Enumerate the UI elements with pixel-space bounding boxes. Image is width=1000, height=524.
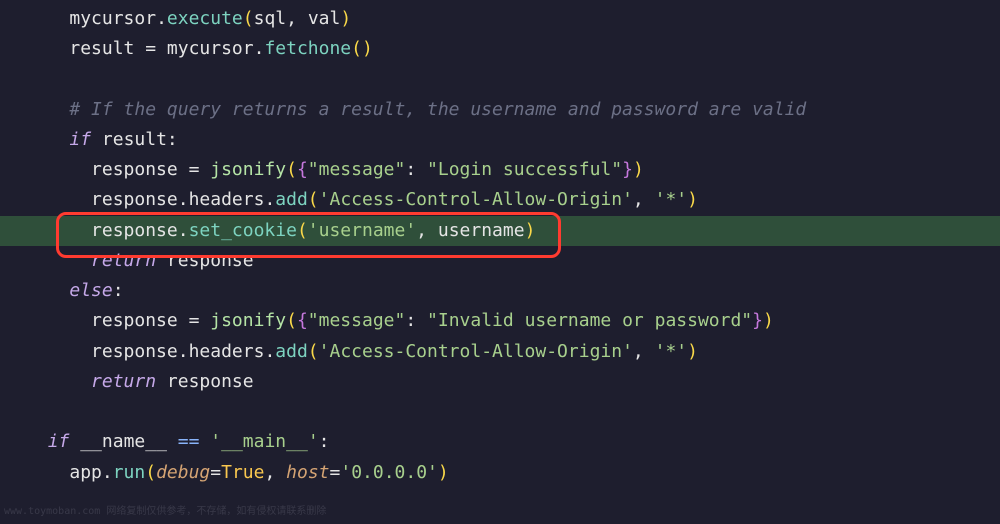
- code-line-15: if __name__ == '__main__':: [0, 427, 1000, 457]
- code-line-1: mycursor.execute(sql, val): [0, 4, 1000, 34]
- code-line-8-highlighted: response.set_cookie('username', username…: [0, 216, 1000, 246]
- code-line-3: [0, 64, 1000, 94]
- code-line-5: if result:: [0, 125, 1000, 155]
- code-line-13: return response: [0, 367, 1000, 397]
- code-line-6: response = jsonify({"message": "Login su…: [0, 155, 1000, 185]
- code-line-16: app.run(debug=True, host='0.0.0.0'): [0, 458, 1000, 488]
- code-line-4-comment: # If the query returns a result, the use…: [0, 95, 1000, 125]
- watermark-text: www.toymoban.com 网络复制仅供参考，不存储，如有侵权请联系删除: [4, 504, 326, 521]
- code-line-11: response = jsonify({"message": "Invalid …: [0, 306, 1000, 336]
- code-line-9: return response: [0, 246, 1000, 276]
- code-line-10: else:: [0, 276, 1000, 306]
- code-line-2: result = mycursor.fetchone(): [0, 34, 1000, 64]
- code-line-7: response.headers.add('Access-Control-All…: [0, 185, 1000, 215]
- code-line-12: response.headers.add('Access-Control-All…: [0, 337, 1000, 367]
- code-line-14: [0, 397, 1000, 427]
